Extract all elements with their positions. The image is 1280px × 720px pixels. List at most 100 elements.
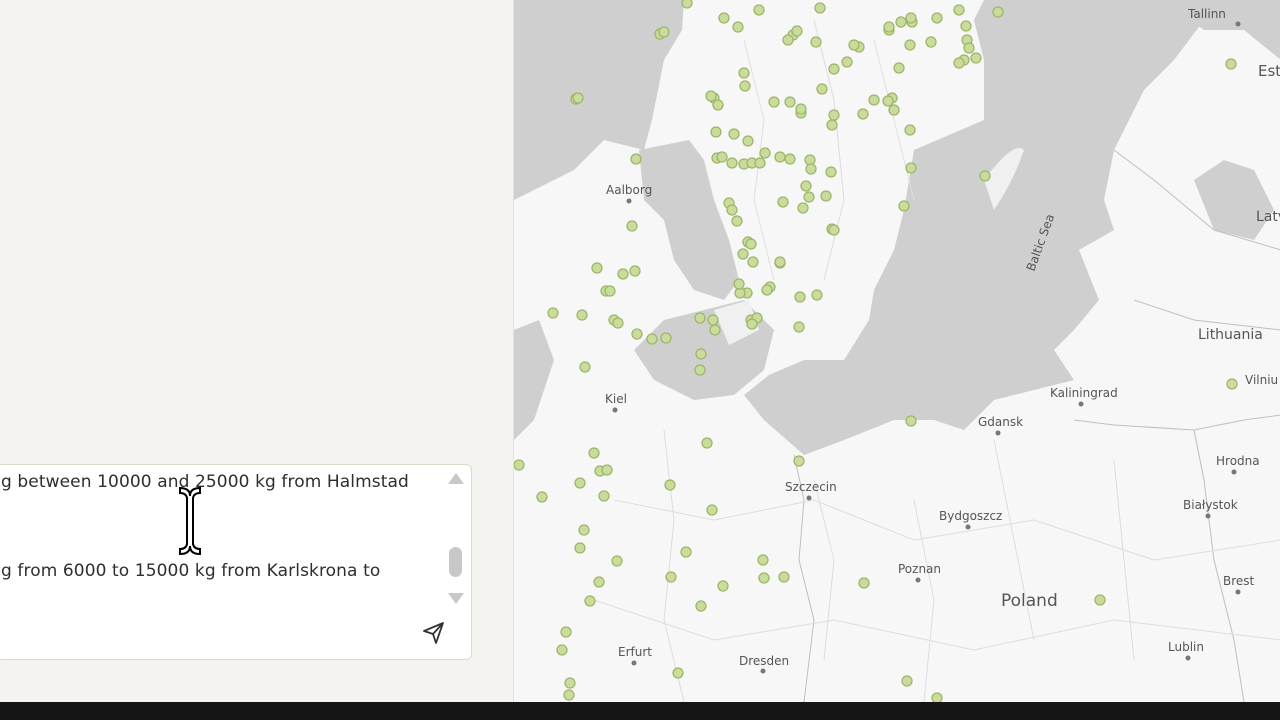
location-marker[interactable]	[805, 163, 817, 175]
location-marker[interactable]	[841, 56, 853, 68]
location-marker[interactable]	[1094, 594, 1106, 606]
location-marker[interactable]	[810, 36, 822, 48]
location-marker[interactable]	[905, 162, 917, 174]
location-marker[interactable]	[560, 626, 572, 638]
location-marker[interactable]	[626, 220, 638, 232]
location-marker[interactable]	[680, 546, 692, 558]
location-marker[interactable]	[931, 12, 943, 24]
send-button[interactable]	[421, 620, 447, 646]
location-marker[interactable]	[745, 238, 757, 250]
location-marker[interactable]	[733, 278, 745, 290]
location-marker[interactable]	[612, 317, 624, 329]
location-marker[interactable]	[737, 248, 749, 260]
location-marker[interactable]	[578, 524, 590, 536]
location-marker[interactable]	[588, 447, 600, 459]
location-marker[interactable]	[1225, 58, 1237, 70]
location-marker[interactable]	[572, 92, 584, 104]
location-marker[interactable]	[604, 285, 616, 297]
location-marker[interactable]	[774, 256, 786, 268]
location-marker[interactable]	[707, 314, 719, 326]
location-marker[interactable]	[754, 157, 766, 169]
location-marker[interactable]	[576, 309, 588, 321]
location-marker[interactable]	[768, 96, 780, 108]
location-marker[interactable]	[784, 96, 796, 108]
location-marker[interactable]	[857, 108, 869, 120]
location-marker[interactable]	[868, 94, 880, 106]
location-marker[interactable]	[630, 153, 642, 165]
scroll-down-arrow-icon[interactable]	[448, 593, 464, 604]
location-marker[interactable]	[963, 42, 975, 54]
location-marker[interactable]	[811, 289, 823, 301]
map-canvas[interactable]: Tallinn Est Latvi Lithuania Vilniu Balti…	[514, 0, 1280, 702]
location-marker[interactable]	[797, 202, 809, 214]
location-marker[interactable]	[825, 166, 837, 178]
location-marker[interactable]	[672, 667, 684, 679]
location-marker[interactable]	[960, 20, 972, 32]
location-marker[interactable]	[712, 99, 724, 111]
location-marker[interactable]	[695, 348, 707, 360]
location-marker[interactable]	[882, 95, 894, 107]
location-marker[interactable]	[901, 675, 913, 687]
location-marker[interactable]	[979, 170, 991, 182]
location-marker[interactable]	[536, 491, 548, 503]
location-marker[interactable]	[820, 190, 832, 202]
location-marker[interactable]	[705, 90, 717, 102]
location-marker[interactable]	[905, 415, 917, 427]
location-marker[interactable]	[828, 63, 840, 75]
scroll-up-arrow-icon[interactable]	[448, 473, 464, 484]
location-marker[interactable]	[791, 25, 803, 37]
location-marker[interactable]	[970, 52, 982, 64]
location-marker[interactable]	[717, 580, 729, 592]
map-view[interactable]: Tallinn Est Latvi Lithuania Vilniu Balti…	[513, 0, 1280, 702]
location-marker[interactable]	[800, 180, 812, 192]
location-marker[interactable]	[706, 504, 718, 516]
location-marker[interactable]	[828, 109, 840, 121]
location-marker[interactable]	[828, 224, 840, 236]
location-marker[interactable]	[574, 477, 586, 489]
location-marker[interactable]	[888, 104, 900, 116]
location-marker[interactable]	[893, 62, 905, 74]
location-marker[interactable]	[931, 692, 943, 702]
location-marker[interactable]	[611, 555, 623, 567]
location-marker[interactable]	[629, 265, 641, 277]
location-marker[interactable]	[883, 21, 895, 33]
location-marker[interactable]	[742, 135, 754, 147]
location-marker[interactable]	[759, 147, 771, 159]
location-marker[interactable]	[814, 2, 826, 14]
location-marker[interactable]	[738, 67, 750, 79]
location-marker[interactable]	[925, 36, 937, 48]
location-marker[interactable]	[747, 256, 759, 268]
location-marker[interactable]	[826, 119, 838, 131]
location-marker[interactable]	[726, 204, 738, 216]
location-marker[interactable]	[848, 39, 860, 51]
location-marker[interactable]	[601, 464, 613, 476]
location-marker[interactable]	[953, 4, 965, 16]
location-marker[interactable]	[728, 128, 740, 140]
location-marker[interactable]	[660, 332, 672, 344]
location-marker[interactable]	[665, 571, 677, 583]
location-marker[interactable]	[905, 12, 917, 24]
location-marker[interactable]	[726, 157, 738, 169]
location-marker[interactable]	[761, 284, 773, 296]
location-marker[interactable]	[778, 571, 790, 583]
chat-input-box[interactable]: g between 10000 and 25000 kg from Halmst…	[0, 464, 472, 660]
location-marker[interactable]	[753, 4, 765, 16]
location-marker[interactable]	[777, 196, 789, 208]
location-marker[interactable]	[784, 153, 796, 165]
location-marker[interactable]	[709, 324, 721, 336]
location-marker[interactable]	[795, 103, 807, 115]
location-marker[interactable]	[1226, 378, 1238, 390]
location-marker[interactable]	[895, 16, 907, 28]
location-marker[interactable]	[579, 361, 591, 373]
location-marker[interactable]	[658, 26, 670, 38]
location-marker[interactable]	[598, 490, 610, 502]
location-marker[interactable]	[617, 268, 629, 280]
location-marker[interactable]	[992, 6, 1004, 18]
location-marker[interactable]	[710, 126, 722, 138]
location-marker[interactable]	[794, 291, 806, 303]
location-marker[interactable]	[793, 321, 805, 333]
location-marker[interactable]	[774, 151, 786, 163]
location-marker[interactable]	[816, 83, 828, 95]
location-marker[interactable]	[718, 12, 730, 24]
location-marker[interactable]	[547, 307, 559, 319]
